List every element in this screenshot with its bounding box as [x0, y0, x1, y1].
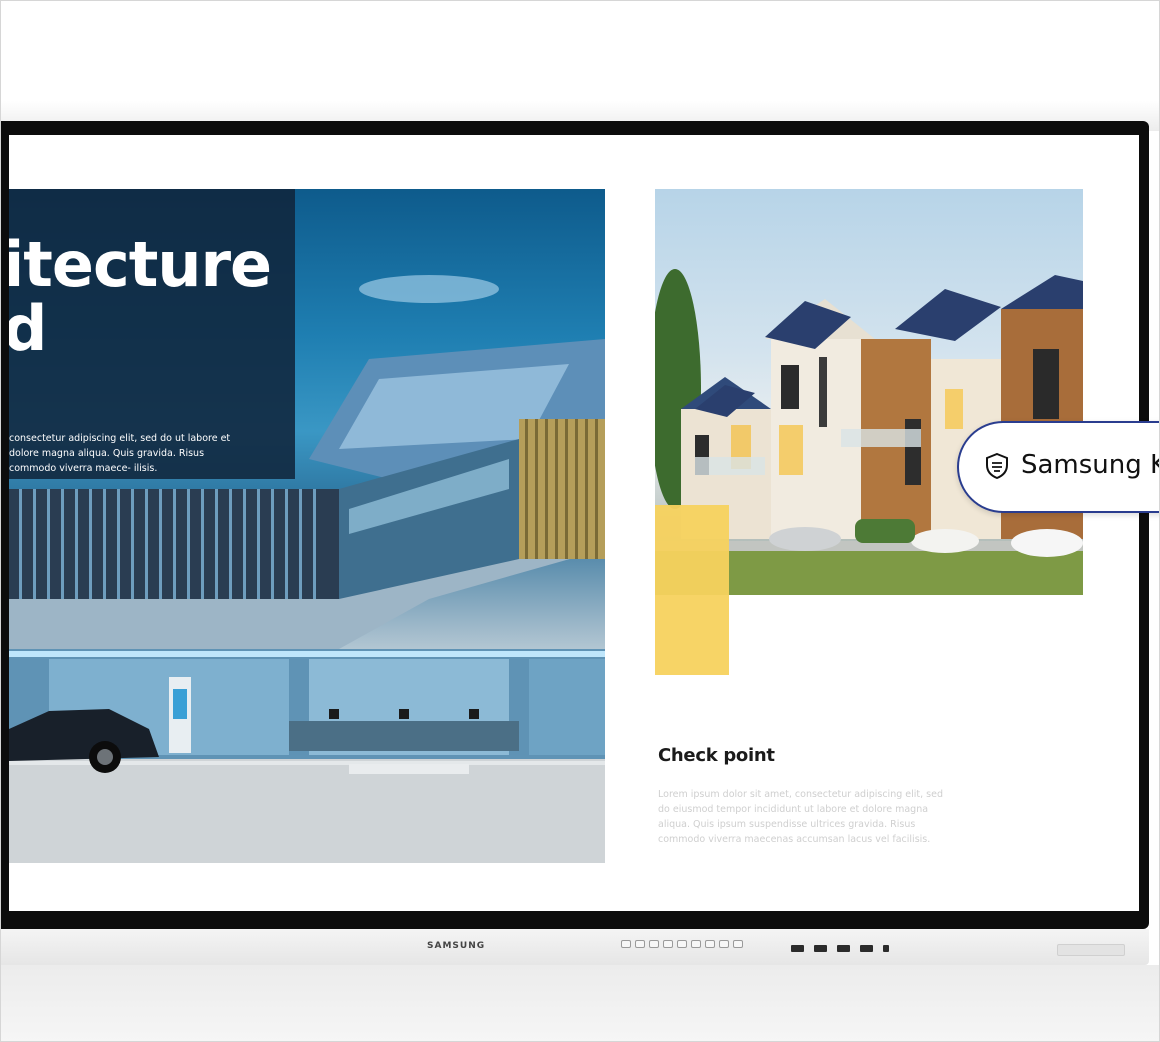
check-point-title: Check point	[658, 745, 775, 766]
sensor-panel	[1057, 944, 1125, 956]
control-button[interactable]	[663, 940, 673, 948]
audio-port	[883, 945, 889, 952]
samsung-knox-label: Samsung K	[1021, 450, 1160, 480]
interactive-display: itecture d consectetur adipiscing elit, …	[1, 121, 1149, 929]
display-bezel	[1, 929, 1149, 965]
hero-body-text: consectetur adipiscing elit, sed do ut l…	[9, 433, 231, 474]
floor-background	[1, 965, 1159, 1041]
yellow-accent-block	[655, 505, 729, 675]
hero-title: itecture d	[9, 228, 272, 361]
usb-port	[814, 945, 827, 952]
architecture-hero-image: itecture d consectetur adipiscing elit, …	[9, 189, 605, 863]
hdmi-port	[860, 945, 873, 952]
page-frame: itecture d consectetur adipiscing elit, …	[0, 0, 1160, 1042]
usb-c-port	[837, 945, 850, 952]
control-button[interactable]	[649, 940, 659, 948]
control-button[interactable]	[733, 940, 743, 948]
control-button[interactable]	[691, 940, 701, 948]
io-ports	[791, 945, 889, 952]
samsung-brand-logo: SAMSUNG	[427, 941, 486, 951]
usb-port	[791, 945, 804, 952]
control-button[interactable]	[621, 940, 631, 948]
check-point-body: Lorem ipsum dolor sit amet, consectetur …	[658, 789, 943, 845]
display-screen: itecture d consectetur adipiscing elit, …	[9, 135, 1139, 911]
knox-shield-icon	[986, 453, 1008, 479]
control-button[interactable]	[719, 940, 729, 948]
control-button[interactable]	[635, 940, 645, 948]
control-button[interactable]	[677, 940, 687, 948]
control-button[interactable]	[705, 940, 715, 948]
control-buttons	[621, 940, 743, 948]
